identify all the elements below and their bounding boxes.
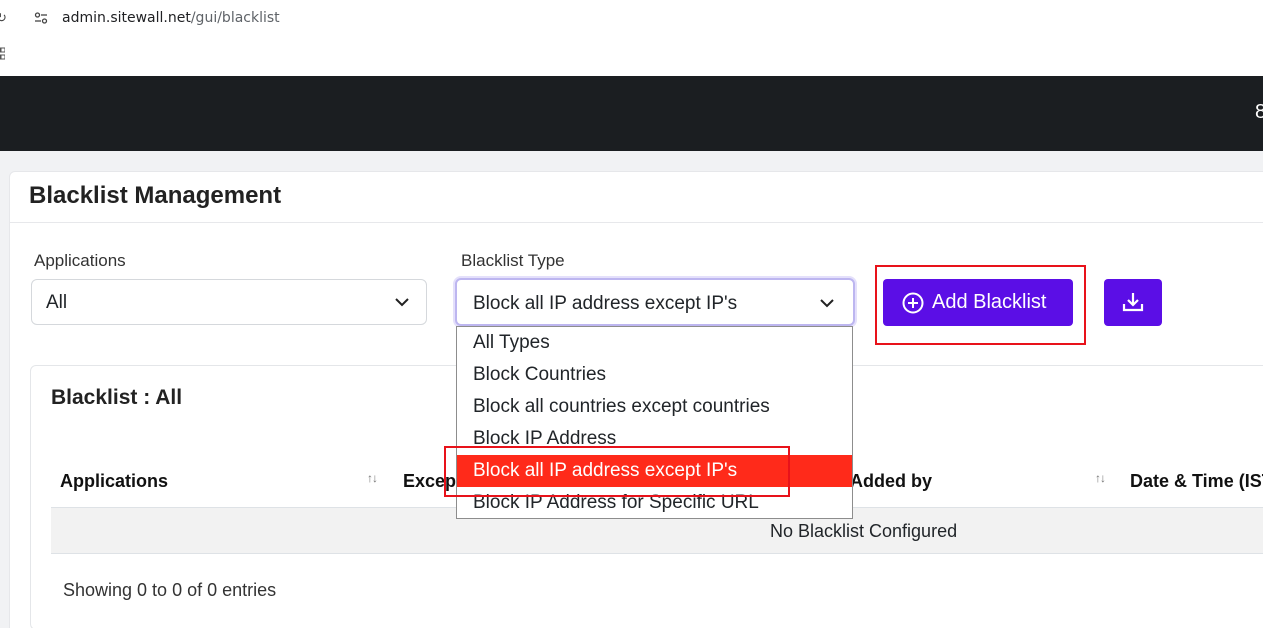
card-divider [10, 222, 1263, 223]
applications-select-value: All [46, 292, 68, 313]
download-icon [1122, 293, 1144, 312]
applications-select[interactable]: All [31, 279, 427, 325]
chevron-down-icon [395, 298, 409, 307]
bookmarks-bar [0, 36, 1263, 76]
reload-icon[interactable]: ↻ [0, 10, 7, 26]
sort-icon[interactable]: ↑↓ [1095, 471, 1106, 485]
table-title: Blacklist : All [51, 386, 183, 409]
empty-table-message: No Blacklist Configured [770, 521, 958, 541]
blacklist-type-label: Blacklist Type [461, 251, 565, 270]
sort-icon[interactable]: ↑↓ [367, 471, 378, 485]
chevron-down-icon [820, 299, 834, 308]
browser-address-bar: ↻ admin.sitewall.net/gui/blacklist [0, 0, 1263, 36]
user-menu-icon[interactable]: 8 [1255, 101, 1263, 124]
download-button[interactable] [1104, 279, 1162, 326]
column-header-added-by[interactable]: Added by [850, 471, 932, 492]
app-header: 8 [0, 76, 1263, 151]
page-title: Blacklist Management [29, 182, 282, 209]
applications-label: Applications [34, 251, 126, 270]
url-text[interactable]: admin.sitewall.net/gui/blacklist [62, 10, 280, 26]
dropdown-option-all-types[interactable]: All Types [457, 327, 852, 359]
site-info-icon[interactable] [34, 11, 48, 25]
column-header-applications[interactable]: Applications [60, 471, 168, 492]
dropdown-option-block-countries[interactable]: Block Countries [457, 359, 852, 391]
apps-grid-icon[interactable] [0, 47, 5, 61]
blacklist-type-select-value: Block all IP address except IP's [473, 293, 738, 314]
annotation-highlight-selected-option [444, 446, 790, 497]
blacklist-type-select[interactable]: Block all IP address except IP's [455, 278, 855, 326]
dropdown-option-block-all-countries-except[interactable]: Block all countries except countries [457, 391, 852, 423]
annotation-highlight-add-button [875, 265, 1086, 345]
column-header-date-time[interactable]: Date & Time (IST [1130, 471, 1263, 492]
entries-info: Showing 0 to 0 of 0 entries [63, 580, 277, 600]
